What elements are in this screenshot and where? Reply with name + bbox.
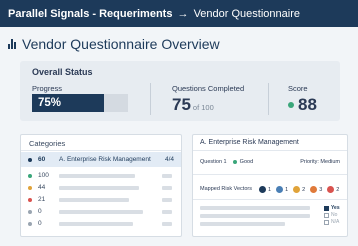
page-title: Vendor Questionnaire Overview <box>8 36 220 52</box>
divider <box>193 199 347 200</box>
question-label: Question 1 <box>200 159 227 165</box>
checkbox-icon[interactable] <box>324 212 329 218</box>
categories-heading: Categories <box>21 135 181 151</box>
categories-panel: Categories 60 A. Enterprise Risk Managem… <box>20 134 182 237</box>
risk-level-icon <box>310 186 318 193</box>
progress-bar-fill: 75% <box>32 94 104 112</box>
divider <box>150 83 151 115</box>
section-heading: A. Enterprise Risk Management <box>193 135 347 151</box>
app-title-bar: Parallel Signals - Requeriments → Vendor… <box>0 0 358 27</box>
progress-label: Progress <box>32 84 63 93</box>
answer-text-placeholder <box>200 214 310 218</box>
questions-completed-count: 75 <box>172 95 191 114</box>
category-name-placeholder <box>59 198 129 202</box>
breadcrumb-current[interactable]: Vendor Questionnaire <box>194 8 300 20</box>
category-status-dot <box>28 174 32 178</box>
risk-vector-count: 2 <box>293 186 306 193</box>
question-priority: Priority: Medium <box>300 159 340 165</box>
risk-level-icon <box>259 186 266 193</box>
category-score: 0 <box>38 208 42 215</box>
category-row[interactable]: 100 <box>21 170 181 182</box>
risk-vector-count: 1 <box>276 186 289 193</box>
risk-vector-number: 1 <box>268 186 272 193</box>
question-status-dot <box>233 159 238 164</box>
score-status-dot <box>288 102 294 108</box>
app-title: Parallel Signals - Requeriments <box>8 8 173 20</box>
category-name-placeholder <box>59 186 139 190</box>
category-count-placeholder <box>162 210 172 214</box>
category-row[interactable]: 21 <box>21 194 181 206</box>
category-count-placeholder <box>162 174 172 178</box>
page-title-text: Vendor Questionnaire Overview <box>22 36 220 52</box>
category-score: 100 <box>38 172 49 179</box>
answer-text-placeholder <box>200 206 310 210</box>
category-name-placeholder <box>59 222 133 226</box>
risk-vector-counts: 1 1 2 3 2 <box>259 186 340 193</box>
answer-option[interactable]: N/A <box>324 219 339 225</box>
category-row-selected[interactable]: 60 A. Enterprise Risk Management 4/4 <box>21 152 181 167</box>
overall-status-card: Overall Status Progress 75% Questions Co… <box>20 61 340 121</box>
question-header: Question 1 Good <box>200 159 253 165</box>
category-score: 60 <box>38 155 46 163</box>
score-value: 88 <box>288 95 317 115</box>
category-count-placeholder <box>162 222 172 226</box>
answer-option-label: No <box>331 212 338 218</box>
category-status-dot <box>28 210 32 214</box>
bar-chart-icon <box>8 39 16 49</box>
risk-vector-count: 3 <box>310 186 323 193</box>
section-detail-panel: A. Enterprise Risk Management Question 1… <box>192 134 348 237</box>
overall-status-heading: Overall Status <box>32 67 93 77</box>
answer-option[interactable]: Yes <box>324 205 340 211</box>
category-score: 21 <box>38 196 46 203</box>
question-status: Good <box>239 159 254 165</box>
category-row[interactable]: 44 <box>21 182 181 194</box>
category-row[interactable]: 0 <box>21 218 181 230</box>
category-name: A. Enterprise Risk Management <box>59 155 151 163</box>
questions-total: of 100 <box>192 103 214 112</box>
questions-completed-value: 75 of 100 <box>172 95 214 115</box>
risk-vector-number: 3 <box>319 186 323 193</box>
category-name-placeholder <box>59 210 143 214</box>
score-number: 88 <box>298 95 317 114</box>
mapped-risk-vectors-label: Mapped Risk Vectors <box>200 186 252 192</box>
divider <box>268 83 269 115</box>
score-label: Score <box>288 84 308 93</box>
risk-level-icon <box>293 186 301 193</box>
answer-text-placeholder <box>200 222 285 226</box>
checkbox-icon[interactable] <box>324 219 329 225</box>
risk-vector-count: 1 <box>259 186 272 193</box>
questions-completed-label: Questions Completed <box>172 84 245 93</box>
category-score: 0 <box>38 220 42 227</box>
answer-option-label: N/A <box>331 219 340 225</box>
category-count-placeholder <box>162 186 172 190</box>
category-status-dot <box>28 198 32 202</box>
risk-vector-number: 2 <box>336 186 340 193</box>
risk-level-icon <box>276 186 284 193</box>
risk-level-icon <box>327 186 335 193</box>
breadcrumb-arrow: → <box>177 8 189 20</box>
risk-vector-count: 2 <box>327 186 340 193</box>
main-content: Vendor Questionnaire Overview Overall St… <box>0 27 358 246</box>
category-score: 44 <box>38 184 46 191</box>
progress-bar: 75% <box>32 94 128 112</box>
risk-vector-number: 1 <box>285 186 289 193</box>
risk-vector-number: 2 <box>302 186 306 193</box>
category-row[interactable]: 0 <box>21 206 181 218</box>
checkbox-checked-icon[interactable] <box>324 205 329 211</box>
category-status-dot <box>28 157 32 162</box>
category-count: 4/4 <box>164 155 174 163</box>
category-status-dot <box>28 222 32 226</box>
answer-option-label: Yes <box>331 205 340 211</box>
category-name-placeholder <box>59 174 135 178</box>
category-count-placeholder <box>162 198 172 202</box>
answer-option[interactable]: No <box>324 212 337 218</box>
category-status-dot <box>28 186 32 190</box>
divider <box>193 174 347 175</box>
